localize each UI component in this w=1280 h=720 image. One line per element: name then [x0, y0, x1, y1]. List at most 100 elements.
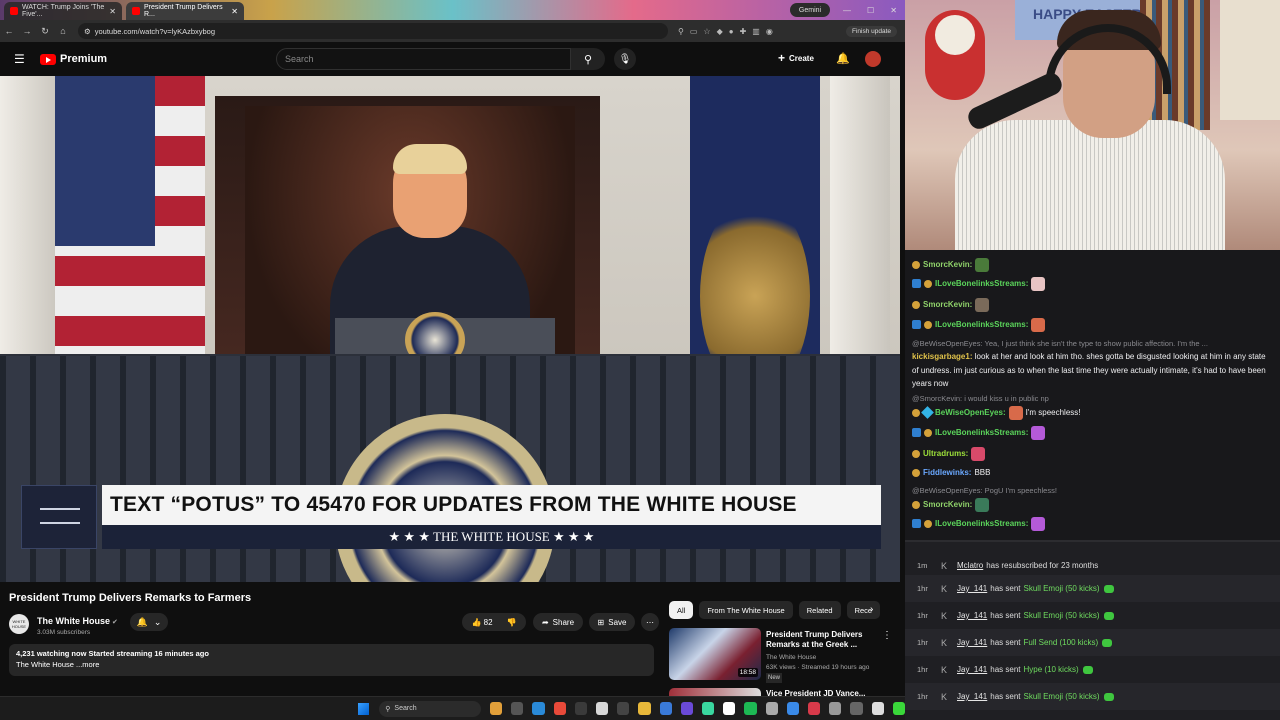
- recommendation-channel: The White House: [766, 654, 817, 661]
- recommendation-title[interactable]: President Trump Delivers Remarks at the …: [766, 630, 881, 650]
- chat-username[interactable]: SmorcKevin:: [923, 298, 972, 312]
- chat-username[interactable]: Ultradrums:: [923, 447, 968, 461]
- description-box[interactable]: 4,231 watching now Started streaming 16 …: [9, 644, 654, 676]
- gemini-button[interactable]: Gemini: [790, 3, 830, 17]
- spotify-icon[interactable]: [744, 702, 757, 715]
- taskbar-app-icon[interactable]: [490, 702, 503, 715]
- chat-username[interactable]: BeWiseOpenEyes:: [935, 406, 1006, 420]
- close-tab-icon[interactable]: ✕: [109, 7, 116, 16]
- site-info-icon[interactable]: ⚙: [84, 27, 91, 36]
- chip-from-white-house[interactable]: From The White House: [699, 601, 793, 619]
- taskbar-app-icon[interactable]: [723, 702, 736, 715]
- task-view-icon[interactable]: [511, 702, 524, 715]
- taskbar-app-icon[interactable]: [786, 702, 800, 715]
- save-button[interactable]: ⊞ Save: [589, 613, 635, 631]
- edge-icon[interactable]: [532, 702, 545, 715]
- video-player[interactable]: TEXT “POTUS” TO 45470 FOR UPDATES FROM T…: [0, 76, 900, 582]
- channel-avatar[interactable]: WHITE HOUSE: [9, 613, 29, 634]
- taskbar-app-icon[interactable]: [680, 702, 694, 715]
- bookmark-icon[interactable]: ☆: [703, 27, 710, 36]
- back-icon[interactable]: ←: [0, 26, 18, 36]
- like-button[interactable]: 👍 82: [471, 618, 492, 627]
- event-user[interactable]: Jay_141: [957, 584, 987, 593]
- chrome-icon[interactable]: [553, 702, 566, 715]
- taskbar-app-icon[interactable]: [829, 702, 842, 715]
- chat-username[interactable]: ILoveBonelinksStreams:: [935, 318, 1028, 332]
- share-button[interactable]: ➦ Share: [533, 613, 583, 631]
- extension-icon[interactable]: ●: [729, 27, 734, 36]
- dislike-button[interactable]: 👎: [507, 618, 517, 627]
- taskbar-app-icon[interactable]: [808, 702, 821, 715]
- chat-username[interactable]: SmorcKevin:: [923, 258, 972, 272]
- chat-username[interactable]: SmorcKevin:: [923, 498, 972, 512]
- chat-message: ILoveBonelinksStreams:: [912, 277, 1274, 291]
- taskbar-app-icon[interactable]: [702, 702, 715, 715]
- finish-update-button[interactable]: Finish update: [845, 25, 897, 37]
- taskbar-search[interactable]: ⚲ Search: [379, 700, 481, 717]
- forward-icon[interactable]: →: [18, 26, 36, 36]
- recommendation-views: 63K views · Streamed 19 hours ago: [766, 664, 870, 671]
- recommendation-thumbnail[interactable]: 18:58: [669, 628, 761, 680]
- reload-icon[interactable]: ↻: [36, 26, 54, 37]
- menu-icon[interactable]: ☰: [14, 52, 28, 66]
- subscribe-notification-button[interactable]: 🔔 ⌄: [130, 613, 168, 631]
- taskbar-app-icon[interactable]: [617, 702, 630, 715]
- chip-recent[interactable]: Rece: [846, 601, 881, 619]
- mod-badge-icon: [912, 320, 921, 329]
- chevron-right-icon[interactable]: ›: [870, 604, 873, 615]
- kick-icon[interactable]: [892, 702, 906, 715]
- chip-all[interactable]: All: [669, 601, 694, 619]
- chat-message: SmorcKevin:: [912, 298, 1274, 312]
- gift-badge-icon: [924, 321, 932, 329]
- youtube-logo[interactable]: Premium: [40, 53, 107, 65]
- profile-icon[interactable]: ◉: [766, 27, 773, 36]
- search-button[interactable]: ⚲: [571, 48, 605, 70]
- chat-username[interactable]: ILoveBonelinksStreams:: [935, 426, 1028, 440]
- save-label: Save: [608, 617, 627, 627]
- browser-tab-bar: WATCH: Trump Joins 'The Five'... ✕ Presi…: [0, 0, 905, 20]
- channel-name[interactable]: The White House: [37, 616, 110, 626]
- taskbar-app-icon[interactable]: [850, 702, 863, 715]
- chip-related[interactable]: Related: [798, 601, 841, 619]
- extension-icon[interactable]: ◆: [717, 27, 723, 36]
- event-time: 1hr: [917, 665, 928, 674]
- url-field[interactable]: ⚙ youtube.com/watch?v=lyKAzbxybog: [78, 23, 668, 39]
- kebab-menu-icon[interactable]: ⋮: [882, 630, 892, 641]
- event-user[interactable]: Jay_141: [957, 611, 987, 620]
- puzzle-icon[interactable]: ✚: [740, 27, 747, 36]
- chat-username[interactable]: Fiddlewinks:: [923, 466, 971, 480]
- taskbar-app-icon[interactable]: [574, 702, 588, 715]
- taskbar-app-icon[interactable]: [596, 702, 609, 715]
- taskbar-app-icon[interactable]: [765, 702, 778, 715]
- minimize-icon[interactable]: —: [843, 6, 851, 15]
- account-avatar[interactable]: [865, 51, 881, 67]
- recommendation-thumbnail[interactable]: [669, 688, 761, 696]
- home-icon[interactable]: ⌂: [54, 26, 72, 36]
- close-tab-icon[interactable]: ✕: [231, 7, 238, 16]
- close-window-icon[interactable]: ✕: [890, 6, 897, 15]
- zoom-icon[interactable]: ⚲: [678, 27, 684, 36]
- event-text: has sent: [990, 665, 1021, 674]
- tab-president-trump[interactable]: President Trump Delivers R... ✕: [126, 2, 244, 20]
- chat-username[interactable]: ILoveBonelinksStreams:: [935, 277, 1028, 291]
- event-user[interactable]: Mclatro: [957, 561, 983, 570]
- chat-username[interactable]: ILoveBonelinksStreams:: [935, 517, 1028, 531]
- taskbar-app-icon[interactable]: [659, 702, 672, 715]
- maximize-icon[interactable]: ☐: [867, 6, 874, 15]
- notifications-bell-icon[interactable]: 🔔: [836, 52, 850, 65]
- more-actions-button[interactable]: ⋯: [641, 613, 659, 631]
- event-user[interactable]: Jay_141: [957, 638, 987, 647]
- chat-username[interactable]: kickisgarbage1:: [912, 352, 972, 361]
- windows-start-icon[interactable]: [358, 702, 370, 715]
- cast-icon[interactable]: ▭: [690, 27, 698, 36]
- sidebar-icon[interactable]: ▥: [752, 27, 760, 36]
- create-button[interactable]: + Create: [778, 51, 814, 65]
- search-input[interactable]: Search: [276, 48, 571, 70]
- taskbar-app-icon[interactable]: [871, 702, 884, 715]
- tab-watch-trump[interactable]: WATCH: Trump Joins 'The Five'... ✕: [4, 2, 122, 20]
- event-user[interactable]: Jay_141: [957, 665, 987, 674]
- event-user[interactable]: Jay_141: [957, 692, 987, 701]
- file-explorer-icon[interactable]: [638, 702, 651, 715]
- voice-search-button[interactable]: 🎙: [614, 48, 636, 70]
- emote-icon: [1031, 517, 1046, 531]
